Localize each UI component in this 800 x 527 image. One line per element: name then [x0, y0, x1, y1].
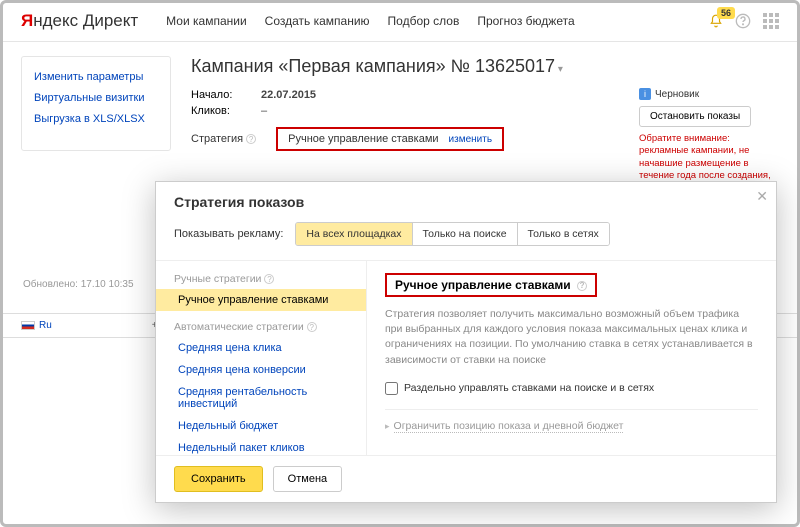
lang-label: Ru	[39, 320, 52, 331]
group-auto-help-icon[interactable]: ?	[307, 322, 317, 332]
main-content: Кампания «Первая кампания» № 13625017 ▾ …	[191, 56, 779, 151]
show-ads-label: Показывать рекламу:	[174, 228, 283, 240]
group-manual-help-icon[interactable]: ?	[264, 274, 274, 284]
sidebar: Изменить параметры Виртуальные визитки В…	[21, 56, 171, 151]
cancel-button[interactable]: Отмена	[273, 466, 342, 492]
stop-shows-button[interactable]: Остановить показы	[639, 106, 751, 127]
strategy-modal: ✕ Стратегия показов Показывать рекламу: …	[155, 181, 777, 503]
group-manual-label: Ручные стратегии	[174, 273, 261, 285]
segment-all[interactable]: На всех площадках	[296, 223, 412, 245]
title-name: Первая кампания	[288, 56, 435, 76]
logo-text1: ндекс	[33, 11, 78, 30]
campaign-status-block: i Черновик Остановить показы Обратите вн…	[639, 88, 779, 195]
group-auto-label: Автоматические стратегии	[174, 321, 304, 333]
logo-text2: Директ	[78, 11, 138, 30]
strategy-value-box: Ручное управление ставками изменить	[276, 127, 504, 151]
lang-switch[interactable]: Ru	[21, 320, 52, 331]
clicks-value: –	[261, 105, 267, 117]
segment-search[interactable]: Только на поиске	[413, 223, 518, 245]
clicks-label: Кликов:	[191, 105, 261, 117]
strategy-item-avg-cpc[interactable]: Средняя цена клика	[174, 337, 366, 359]
detail-title-text: Ручное управление ставками	[395, 278, 571, 292]
start-label: Начало:	[191, 89, 261, 101]
campaign-title: Кампания «Первая кампания» № 13625017 ▾	[191, 56, 779, 77]
strategy-item-avg-cpa[interactable]: Средняя цена конверсии	[174, 359, 366, 381]
strategy-item-weekly-budget[interactable]: Недельный бюджет	[174, 415, 366, 437]
start-value: 22.07.2015	[261, 89, 316, 101]
draft-status-icon: i	[639, 88, 651, 100]
detail-description: Стратегия позволяет получить максимально…	[385, 307, 758, 368]
apps-grid-icon[interactable]	[763, 13, 779, 29]
title-dropdown-icon[interactable]: ▾	[555, 64, 563, 75]
expand-arrow-icon: ▸	[385, 421, 390, 431]
placement-segmented: На всех площадках Только на поиске Тольк…	[295, 222, 609, 246]
nav-my-campaigns[interactable]: Мои кампании	[166, 14, 246, 28]
nav-keyword-tool[interactable]: Подбор слов	[388, 14, 460, 28]
notifications-badge: 56	[717, 7, 735, 19]
limit-position-link[interactable]: Ограничить позицию показа и дневной бюдж…	[394, 420, 624, 433]
title-prefix: Кампания «	[191, 56, 288, 76]
strategy-item-weekly-clicks[interactable]: Недельный пакет кликов	[174, 437, 366, 455]
draft-status-text: Черновик	[655, 89, 699, 100]
main-nav: Мои кампании Создать кампанию Подбор сло…	[166, 14, 574, 28]
save-button[interactable]: Сохранить	[174, 466, 263, 492]
strategy-label: Стратегия	[191, 133, 243, 145]
logo[interactable]: Яндекс Директ	[21, 11, 138, 31]
modal-footer: Сохранить Отмена	[156, 455, 776, 502]
title-suffix: » № 13625017	[436, 56, 555, 76]
strategy-help-icon[interactable]: ?	[246, 134, 256, 144]
detail-help-icon[interactable]: ?	[577, 281, 587, 291]
sidebar-link-params[interactable]: Изменить параметры	[34, 71, 143, 83]
sidebar-link-vcards[interactable]: Виртуальные визитки	[34, 92, 145, 104]
strategy-list: Ручные стратегии? Ручное управление став…	[156, 261, 366, 455]
separate-bids-row[interactable]: Раздельно управлять ставками на поиске и…	[385, 382, 758, 395]
sidebar-link-export[interactable]: Выгрузка в XLS/XLSX	[34, 113, 145, 125]
strategy-item-manual-bids[interactable]: Ручное управление ставками	[156, 289, 366, 311]
help-icon[interactable]	[735, 13, 751, 29]
notifications-icon[interactable]: 56	[709, 13, 723, 29]
nav-budget-forecast[interactable]: Прогноз бюджета	[477, 14, 574, 28]
modal-title: Стратегия показов	[174, 194, 758, 210]
strategy-item-avg-roi[interactable]: Средняя рентабельность инвестиций	[174, 381, 366, 415]
strategy-change-link[interactable]: изменить	[449, 134, 493, 145]
nav-create-campaign[interactable]: Создать кампанию	[265, 14, 370, 28]
separate-bids-checkbox[interactable]	[385, 382, 398, 395]
strategy-detail: Ручное управление ставками ? Стратегия п…	[366, 261, 776, 455]
segment-networks[interactable]: Только в сетях	[518, 223, 609, 245]
logo-red: Я	[21, 11, 33, 30]
strategy-value: Ручное управление ставками	[288, 133, 438, 145]
detail-title: Ручное управление ставками ?	[385, 273, 597, 297]
flag-ru-icon	[21, 321, 35, 330]
app-header: Яндекс Директ Мои кампании Создать кампа…	[3, 3, 797, 42]
modal-close-icon[interactable]: ✕	[756, 188, 768, 205]
updated-stamp: Обновлено: 17.10 10:35	[23, 279, 134, 290]
separate-bids-label: Раздельно управлять ставками на поиске и…	[404, 382, 654, 394]
